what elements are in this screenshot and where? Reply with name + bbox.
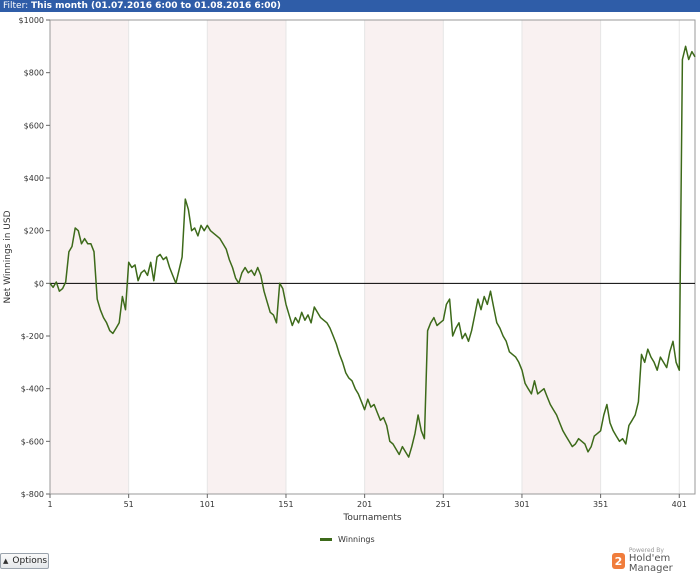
y-tick-label: $0 xyxy=(34,279,44,288)
brand-name: Hold'em Manager xyxy=(628,553,673,574)
caret-up-icon: ▲ xyxy=(3,557,9,565)
x-tick-label: 201 xyxy=(357,500,372,509)
shaded-bands xyxy=(50,20,601,494)
x-tick-label: 1 xyxy=(47,500,52,509)
shaded-band xyxy=(207,20,286,494)
filter-bar: Filter: This month (01.07.2016 6:00 to 0… xyxy=(0,0,700,12)
y-axis-ticks: $-800 $-600 $-400 $-200 $0 $200 $400 $600 $800 $1… xyxy=(19,16,50,499)
y-tick-label: $-400 xyxy=(21,385,44,394)
x-tick-label: 151 xyxy=(278,500,293,509)
options-button[interactable]: ▲ Options xyxy=(0,553,49,569)
legend-swatch-winnings xyxy=(320,538,332,541)
winnings-chart: $-800 $-600 $-400 $-200 $0 $200 $400 $600 $800 $1… xyxy=(3,16,696,523)
y-tick-label: $-200 xyxy=(21,332,44,341)
options-button-label: Options xyxy=(12,556,48,566)
x-tick-label: 51 xyxy=(124,500,134,509)
shaded-band xyxy=(521,20,601,494)
x-tick-label: 101 xyxy=(200,500,215,509)
y-tick-label: $200 xyxy=(24,227,44,236)
legend-label-winnings: Winnings xyxy=(338,535,375,544)
y-axis-label: Net Winnings in USD xyxy=(3,210,13,303)
x-tick-label: 301 xyxy=(514,500,529,509)
y-tick-label: $400 xyxy=(24,174,44,183)
x-tick-label: 401 xyxy=(672,500,687,509)
shaded-band xyxy=(364,20,444,494)
y-tick-label: $-800 xyxy=(21,490,44,499)
x-tick-label: 351 xyxy=(593,500,608,509)
filter-value: This month (01.07.2016 6:00 to 01.08.201… xyxy=(31,1,281,11)
x-axis-ticks: 1 51 101 151 201 251 301 351 401 xyxy=(47,494,687,509)
x-axis-label: Tournaments xyxy=(342,513,401,523)
filter-label: Filter: xyxy=(3,1,29,11)
x-tick-label: 251 xyxy=(436,500,451,509)
y-tick-label: $1000 xyxy=(19,16,44,25)
chart-legend: Winnings xyxy=(320,535,375,544)
hem-logo-icon: 2 xyxy=(612,553,625,569)
shaded-band xyxy=(50,20,129,494)
y-tick-label: $-600 xyxy=(21,437,44,446)
y-tick-label: $600 xyxy=(24,121,44,130)
brand-logo: 2 Powered By Hold'em Manager xyxy=(612,548,700,574)
y-tick-label: $800 xyxy=(24,69,44,78)
